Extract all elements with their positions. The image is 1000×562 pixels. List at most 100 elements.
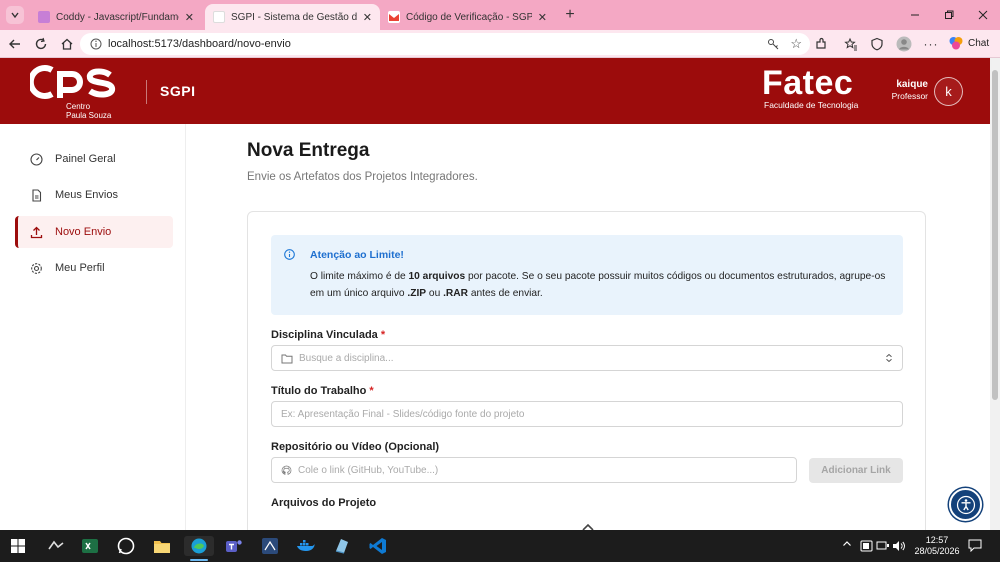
dev-tool-icon[interactable] [260,536,280,556]
new-tab-icon[interactable]: + [561,6,579,24]
sidebar-item-label: Meus Envios [55,189,118,201]
page-title: Nova Entrega [247,140,370,161]
browser-toolbar: localhost:5173/dashboard/novo-envio ☆ ··… [0,30,1000,58]
chat-label: Chat [968,37,990,49]
main-content: Nova Entrega Envie os Artefatos dos Proj… [186,124,990,530]
repo-link-input[interactable]: Cole o link (GitHub, YouTube...) [271,457,797,483]
header-divider [146,80,147,104]
tab-coddy[interactable]: Coddy - Javascript/Fundamentos ✕ [30,4,202,30]
site-info-icon[interactable] [90,38,102,50]
close-tab-icon[interactable]: ✕ [538,11,547,24]
sgpi-favicon-icon [213,11,225,23]
limit-alert: Atenção ao Limite! O limite máximo é de … [271,235,903,315]
clock-date: 28/05/2026 [914,546,960,556]
back-icon[interactable] [6,35,24,53]
excel-icon[interactable] [80,536,100,556]
battery-icon[interactable] [860,539,874,557]
whatsapp-icon[interactable] [116,536,136,556]
cps-subtitle: Centro Paula Souza [66,102,112,120]
browser-essentials-icon[interactable] [868,35,886,53]
coddy-favicon-icon [38,11,50,23]
tab-title: Coddy - Javascript/Fundamentos [56,11,179,23]
titulo-input[interactable]: Ex: Apresentação Final - Slides/código f… [271,401,903,427]
titulo-label: Título do Trabalho * [271,385,374,397]
arquivos-label: Arquivos do Projeto [271,497,377,509]
avatar[interactable]: k [934,77,963,106]
windows-start-icon[interactable] [8,536,28,556]
close-window-icon[interactable] [974,6,992,24]
sidebar-item-painel-geral[interactable]: Painel Geral [15,143,173,175]
add-link-button[interactable]: Adicionar Link [809,458,903,483]
profile-icon[interactable] [895,35,913,53]
reload-icon[interactable] [32,35,50,53]
gear-icon [29,261,43,275]
minimize-icon[interactable] [906,6,924,24]
sidebar-item-label: Painel Geral [55,153,116,165]
copilot-chat-button[interactable]: Chat [948,35,989,51]
alert-text-line2: em um único arquivo .ZIP ou .RAR antes d… [310,288,543,299]
select-chevron-icon [885,353,893,363]
user-info: kaique Professor [860,79,928,101]
sidebar-item-label: Meu Perfil [55,262,105,274]
active-app-indicator [190,559,208,561]
tab-title: Código de Verificação - SGPI - kaiq [406,11,532,23]
vscode-icon[interactable] [368,536,388,556]
gauge-icon [29,152,43,166]
maximize-icon[interactable] [940,6,958,24]
docker-icon[interactable] [296,536,316,556]
url-text: localhost:5173/dashboard/novo-envio [108,38,291,50]
network-icon[interactable] [876,539,890,557]
tab-actions-chevron-icon[interactable] [6,6,24,24]
edge-browser-icon[interactable] [184,536,214,556]
disciplina-select[interactable]: Busque a disciplina... [271,345,903,371]
clock[interactable]: 12:57 28/05/2026 [912,535,962,557]
fatec-logo: Fatec Faculdade de Tecnologia [762,64,859,110]
address-bar[interactable]: localhost:5173/dashboard/novo-envio ☆ [80,33,810,55]
upload-icon [29,225,43,239]
teams-icon[interactable] [224,536,244,556]
folder-icon [281,353,293,364]
widget-app-icon[interactable] [46,536,66,556]
tab-gmail[interactable]: Código de Verificação - SGPI - kaiq ✕ [380,4,555,30]
favorites-icon[interactable] [842,35,860,53]
gmail-favicon-icon [388,11,400,23]
app-header: Centro Paula Souza SGPI Fatec Faculdade … [0,58,990,124]
extensions-icon[interactable] [812,35,830,53]
app-icon[interactable] [332,536,352,556]
tab-title: SGPI - Sistema de Gestão de Projet [231,11,357,23]
github-icon [281,465,292,476]
disciplina-label: Disciplina Vinculada * [271,329,386,341]
sidebar-item-label: Novo Envio [55,226,112,238]
alert-text-line1: O limite máximo é de 10 arquivos por pac… [310,271,886,282]
document-icon [29,188,43,202]
page-scrollbar[interactable] [990,58,1000,530]
page-subtitle: Envie os Artefatos dos Projetos Integrad… [247,171,478,183]
notifications-icon[interactable] [968,539,982,557]
tab-sgpi[interactable]: SGPI - Sistema de Gestão de Projet ✕ [205,4,380,30]
tray-chevron-icon[interactable] [842,539,852,552]
user-role: Professor [891,91,928,101]
app-name: SGPI [160,83,196,99]
repo-label: Repositório ou Vídeo (Opcional) [271,441,440,453]
sidebar-item-meus-envios[interactable]: Meus Envios [15,179,173,211]
clock-time: 12:57 [925,535,949,545]
close-tab-icon[interactable]: ✕ [185,11,194,24]
form-card: Atenção ao Limite! O limite máximo é de … [247,211,926,530]
sidebar-item-novo-envio[interactable]: Novo Envio [15,216,173,248]
sidebar-item-meu-perfil[interactable]: Meu Perfil [15,252,173,284]
more-options-icon[interactable]: ··· [922,35,940,53]
cps-logo: Centro Paula Souza [30,64,120,122]
volume-icon[interactable] [892,539,906,557]
key-icon[interactable] [767,38,780,51]
accessibility-icon [956,495,976,515]
info-icon [284,249,295,260]
home-icon[interactable] [58,35,76,53]
file-explorer-icon[interactable] [152,536,172,556]
favorite-star-icon[interactable]: ☆ [790,36,802,52]
accessibility-button[interactable] [949,488,982,521]
alert-title: Atenção ao Limite! [310,249,404,261]
copilot-icon [948,35,964,51]
windows-taskbar: 12:57 28/05/2026 [0,530,1000,562]
close-tab-icon[interactable]: ✕ [363,11,372,24]
user-name: kaique [896,79,928,90]
